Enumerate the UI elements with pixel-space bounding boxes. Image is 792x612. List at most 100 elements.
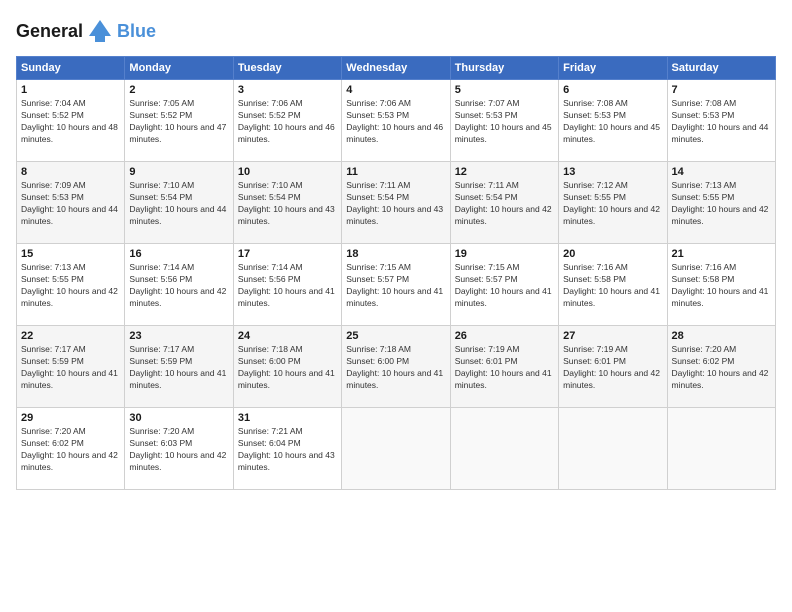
table-row: 1 Sunrise: 7:04 AM Sunset: 5:52 PM Dayli… — [17, 80, 125, 162]
day-info: Sunrise: 7:18 AM Sunset: 6:00 PM Dayligh… — [238, 344, 337, 392]
col-thursday: Thursday — [450, 57, 558, 80]
table-row: 8 Sunrise: 7:09 AM Sunset: 5:53 PM Dayli… — [17, 162, 125, 244]
table-row: 26 Sunrise: 7:19 AM Sunset: 6:01 PM Dayl… — [450, 326, 558, 408]
table-row: 14 Sunrise: 7:13 AM Sunset: 5:55 PM Dayl… — [667, 162, 775, 244]
day-info: Sunrise: 7:11 AM Sunset: 5:54 PM Dayligh… — [455, 180, 554, 228]
table-row: 9 Sunrise: 7:10 AM Sunset: 5:54 PM Dayli… — [125, 162, 233, 244]
calendar-header-row: Sunday Monday Tuesday Wednesday Thursday… — [17, 57, 776, 80]
day-info: Sunrise: 7:13 AM Sunset: 5:55 PM Dayligh… — [672, 180, 771, 228]
day-info: Sunrise: 7:08 AM Sunset: 5:53 PM Dayligh… — [563, 98, 662, 146]
day-number: 27 — [563, 330, 662, 342]
header: General Blue — [16, 16, 776, 46]
day-info: Sunrise: 7:15 AM Sunset: 5:57 PM Dayligh… — [346, 262, 445, 310]
logo-general-text: General — [16, 21, 83, 42]
day-number: 7 — [672, 84, 771, 96]
table-row: 25 Sunrise: 7:18 AM Sunset: 6:00 PM Dayl… — [342, 326, 450, 408]
day-info: Sunrise: 7:06 AM Sunset: 5:53 PM Dayligh… — [346, 98, 445, 146]
table-row: 23 Sunrise: 7:17 AM Sunset: 5:59 PM Dayl… — [125, 326, 233, 408]
day-number: 20 — [563, 248, 662, 260]
table-row: 30 Sunrise: 7:20 AM Sunset: 6:03 PM Dayl… — [125, 408, 233, 490]
day-number: 11 — [346, 166, 445, 178]
day-number: 30 — [129, 412, 228, 424]
day-info: Sunrise: 7:10 AM Sunset: 5:54 PM Dayligh… — [129, 180, 228, 228]
calendar-page: General Blue Sunday Monday Tuesday Wedne… — [0, 0, 792, 612]
day-number: 16 — [129, 248, 228, 260]
day-info: Sunrise: 7:14 AM Sunset: 5:56 PM Dayligh… — [129, 262, 228, 310]
day-number: 12 — [455, 166, 554, 178]
day-info: Sunrise: 7:20 AM Sunset: 6:02 PM Dayligh… — [21, 426, 120, 474]
day-number: 3 — [238, 84, 337, 96]
day-number: 13 — [563, 166, 662, 178]
day-number: 23 — [129, 330, 228, 342]
day-number: 10 — [238, 166, 337, 178]
table-row: 7 Sunrise: 7:08 AM Sunset: 5:53 PM Dayli… — [667, 80, 775, 162]
day-info: Sunrise: 7:11 AM Sunset: 5:54 PM Dayligh… — [346, 180, 445, 228]
calendar-table: Sunday Monday Tuesday Wednesday Thursday… — [16, 56, 776, 490]
table-row: 27 Sunrise: 7:19 AM Sunset: 6:01 PM Dayl… — [559, 326, 667, 408]
day-number: 1 — [21, 84, 120, 96]
day-info: Sunrise: 7:18 AM Sunset: 6:00 PM Dayligh… — [346, 344, 445, 392]
calendar-week-row: 8 Sunrise: 7:09 AM Sunset: 5:53 PM Dayli… — [17, 162, 776, 244]
table-row: 20 Sunrise: 7:16 AM Sunset: 5:58 PM Dayl… — [559, 244, 667, 326]
table-row: 21 Sunrise: 7:16 AM Sunset: 5:58 PM Dayl… — [667, 244, 775, 326]
day-number: 29 — [21, 412, 120, 424]
col-sunday: Sunday — [17, 57, 125, 80]
day-info: Sunrise: 7:20 AM Sunset: 6:02 PM Dayligh… — [672, 344, 771, 392]
col-friday: Friday — [559, 57, 667, 80]
day-number: 18 — [346, 248, 445, 260]
day-number: 6 — [563, 84, 662, 96]
calendar-week-row: 1 Sunrise: 7:04 AM Sunset: 5:52 PM Dayli… — [17, 80, 776, 162]
day-info: Sunrise: 7:12 AM Sunset: 5:55 PM Dayligh… — [563, 180, 662, 228]
table-row: 6 Sunrise: 7:08 AM Sunset: 5:53 PM Dayli… — [559, 80, 667, 162]
table-row: 5 Sunrise: 7:07 AM Sunset: 5:53 PM Dayli… — [450, 80, 558, 162]
day-info: Sunrise: 7:19 AM Sunset: 6:01 PM Dayligh… — [455, 344, 554, 392]
col-wednesday: Wednesday — [342, 57, 450, 80]
day-info: Sunrise: 7:16 AM Sunset: 5:58 PM Dayligh… — [563, 262, 662, 310]
day-info: Sunrise: 7:05 AM Sunset: 5:52 PM Dayligh… — [129, 98, 228, 146]
table-row: 18 Sunrise: 7:15 AM Sunset: 5:57 PM Dayl… — [342, 244, 450, 326]
day-number: 9 — [129, 166, 228, 178]
table-row: 13 Sunrise: 7:12 AM Sunset: 5:55 PM Dayl… — [559, 162, 667, 244]
table-row: 29 Sunrise: 7:20 AM Sunset: 6:02 PM Dayl… — [17, 408, 125, 490]
table-row: 2 Sunrise: 7:05 AM Sunset: 5:52 PM Dayli… — [125, 80, 233, 162]
table-row: 31 Sunrise: 7:21 AM Sunset: 6:04 PM Dayl… — [233, 408, 341, 490]
empty-cell — [342, 408, 450, 490]
calendar-week-row: 15 Sunrise: 7:13 AM Sunset: 5:55 PM Dayl… — [17, 244, 776, 326]
day-number: 26 — [455, 330, 554, 342]
calendar-week-row: 29 Sunrise: 7:20 AM Sunset: 6:02 PM Dayl… — [17, 408, 776, 490]
day-number: 14 — [672, 166, 771, 178]
logo: General Blue — [16, 16, 156, 46]
day-info: Sunrise: 7:17 AM Sunset: 5:59 PM Dayligh… — [129, 344, 228, 392]
day-number: 19 — [455, 248, 554, 260]
day-info: Sunrise: 7:15 AM Sunset: 5:57 PM Dayligh… — [455, 262, 554, 310]
day-info: Sunrise: 7:10 AM Sunset: 5:54 PM Dayligh… — [238, 180, 337, 228]
empty-cell — [667, 408, 775, 490]
day-info: Sunrise: 7:07 AM Sunset: 5:53 PM Dayligh… — [455, 98, 554, 146]
table-row: 10 Sunrise: 7:10 AM Sunset: 5:54 PM Dayl… — [233, 162, 341, 244]
day-number: 28 — [672, 330, 771, 342]
col-saturday: Saturday — [667, 57, 775, 80]
table-row: 15 Sunrise: 7:13 AM Sunset: 5:55 PM Dayl… — [17, 244, 125, 326]
col-monday: Monday — [125, 57, 233, 80]
table-row: 22 Sunrise: 7:17 AM Sunset: 5:59 PM Dayl… — [17, 326, 125, 408]
empty-cell — [450, 408, 558, 490]
day-number: 24 — [238, 330, 337, 342]
logo-blue-text: Blue — [117, 21, 156, 42]
calendar-week-row: 22 Sunrise: 7:17 AM Sunset: 5:59 PM Dayl… — [17, 326, 776, 408]
day-info: Sunrise: 7:08 AM Sunset: 5:53 PM Dayligh… — [672, 98, 771, 146]
logo-icon — [85, 16, 115, 46]
day-number: 25 — [346, 330, 445, 342]
day-info: Sunrise: 7:19 AM Sunset: 6:01 PM Dayligh… — [563, 344, 662, 392]
day-number: 4 — [346, 84, 445, 96]
day-info: Sunrise: 7:04 AM Sunset: 5:52 PM Dayligh… — [21, 98, 120, 146]
day-info: Sunrise: 7:09 AM Sunset: 5:53 PM Dayligh… — [21, 180, 120, 228]
day-info: Sunrise: 7:16 AM Sunset: 5:58 PM Dayligh… — [672, 262, 771, 310]
day-number: 8 — [21, 166, 120, 178]
table-row: 12 Sunrise: 7:11 AM Sunset: 5:54 PM Dayl… — [450, 162, 558, 244]
day-number: 17 — [238, 248, 337, 260]
empty-cell — [559, 408, 667, 490]
day-number: 21 — [672, 248, 771, 260]
table-row: 16 Sunrise: 7:14 AM Sunset: 5:56 PM Dayl… — [125, 244, 233, 326]
day-number: 5 — [455, 84, 554, 96]
table-row: 17 Sunrise: 7:14 AM Sunset: 5:56 PM Dayl… — [233, 244, 341, 326]
